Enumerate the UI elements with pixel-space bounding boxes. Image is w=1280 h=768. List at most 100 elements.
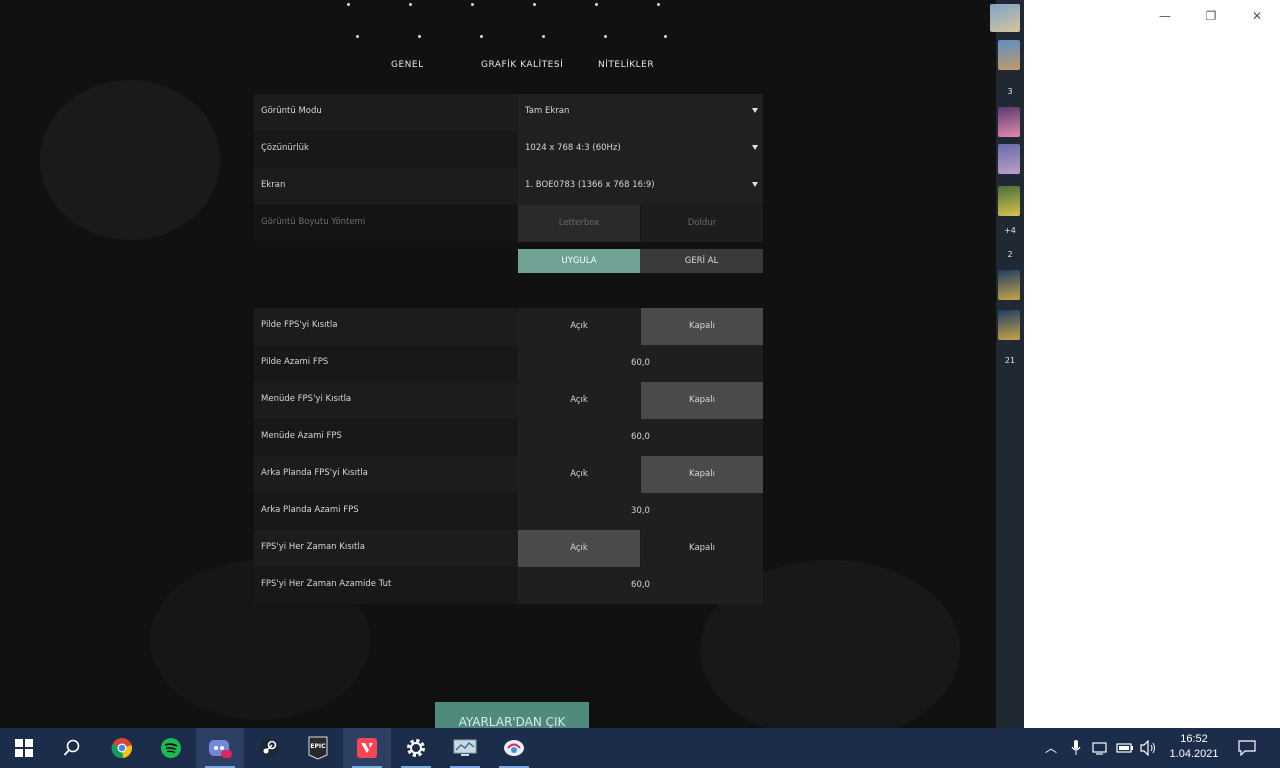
max-fps-background-value[interactable]: 30,0 bbox=[518, 493, 763, 530]
search-icon bbox=[63, 739, 80, 756]
limit-fps-always-off[interactable]: Kapalı bbox=[641, 530, 763, 567]
tab-graphics-quality[interactable]: GRAFİK KALİTESİ bbox=[481, 60, 563, 70]
taskbar-settings[interactable] bbox=[392, 728, 440, 768]
limit-fps-battery-off[interactable]: Kapalı bbox=[641, 308, 763, 345]
aspect-method-row: Görüntü Boyutu Yöntemi Letterbox Doldur bbox=[254, 205, 763, 242]
thumbnail-count: 21 bbox=[1004, 356, 1016, 365]
limit-fps-menu-label: Menüde FPS'yi Kısıtla bbox=[261, 394, 352, 404]
limit-fps-background-off[interactable]: Kapalı bbox=[641, 456, 763, 493]
taskbar-epic-games[interactable]: EPIC bbox=[294, 728, 342, 768]
tab-attributes[interactable]: NİTELİKLER bbox=[598, 60, 654, 70]
app-thumbnail[interactable] bbox=[998, 40, 1020, 70]
thumbnail-count: 3 bbox=[1007, 87, 1013, 96]
max-fps-menu-value[interactable]: 60,0 bbox=[518, 419, 763, 456]
limit-fps-battery-label: Pilde FPS'yi Kısıtla bbox=[261, 320, 338, 330]
tab-sidebar: 3 +4 2 21 bbox=[990, 0, 1024, 728]
max-fps-battery-value[interactable]: 60,0 bbox=[518, 345, 763, 382]
max-fps-background-row: Arka Planda Azami FPS 30,0 bbox=[254, 493, 763, 530]
chevron-down-icon bbox=[752, 182, 758, 187]
letterbox-option[interactable]: Letterbox bbox=[518, 205, 640, 242]
resolution-value: 1024 x 768 4:3 (60Hz) bbox=[525, 143, 621, 153]
pinned-thumbnail[interactable] bbox=[990, 4, 1020, 32]
resolution-row: Çözünürlük 1024 x 768 4:3 (60Hz) bbox=[254, 131, 763, 168]
display-mode-row: Görüntü Modu Tam Ekran bbox=[254, 94, 763, 131]
thumbnail-count: 2 bbox=[1007, 250, 1013, 259]
limit-fps-background-row: Arka Planda FPS'yi Kısıtla Açık Kapalı bbox=[254, 456, 763, 493]
thumbnail-count: +4 bbox=[1004, 226, 1016, 235]
monitor-label: Ekran bbox=[261, 180, 286, 190]
chevron-down-icon bbox=[752, 145, 758, 150]
valorant-icon bbox=[357, 738, 377, 758]
app-thumbnail[interactable] bbox=[998, 186, 1020, 216]
taskbar-display-app[interactable] bbox=[441, 728, 489, 768]
max-fps-always-label: FPS'yi Her Zaman Azamide Tut bbox=[261, 579, 392, 589]
app-thumbnail[interactable] bbox=[998, 107, 1020, 137]
limit-fps-always-on[interactable]: Açık bbox=[518, 530, 640, 567]
limit-fps-battery-on[interactable]: Açık bbox=[518, 308, 640, 345]
fill-option[interactable]: Doldur bbox=[641, 205, 763, 242]
resolution-dropdown[interactable]: 1024 x 768 4:3 (60Hz) bbox=[518, 131, 763, 168]
svg-text:EPIC: EPIC bbox=[310, 743, 326, 750]
tab-general[interactable]: GENEL bbox=[391, 60, 424, 70]
chevron-up-icon[interactable]: ︿ bbox=[1045, 739, 1057, 756]
settings-tabs: GENEL GRAFİK KALİTESİ NİTELİKLER bbox=[0, 58, 996, 76]
max-fps-always-row: FPS'yi Her Zaman Azamide Tut 60,0 bbox=[254, 567, 763, 604]
discord-icon bbox=[209, 740, 232, 758]
limit-fps-menu-row: Menüde FPS'yi Kısıtla Açık Kapalı bbox=[254, 382, 763, 419]
resolution-label: Çözünürlük bbox=[261, 143, 309, 153]
limit-fps-menu-on[interactable]: Açık bbox=[518, 382, 640, 419]
max-fps-menu-row: Menüde Azami FPS 60,0 bbox=[254, 419, 763, 456]
max-fps-background-label: Arka Planda Azami FPS bbox=[261, 505, 359, 515]
monitor-dropdown[interactable]: 1. BOE0783 (1366 x 768 16:9) bbox=[518, 168, 763, 205]
revert-button[interactable]: GERİ AL bbox=[640, 249, 763, 273]
system-clock[interactable]: 16:52 1.04.2021 bbox=[1166, 732, 1222, 762]
microphone-icon[interactable] bbox=[1071, 740, 1081, 756]
clock-date: 1.04.2021 bbox=[1169, 748, 1219, 760]
taskbar-spotify[interactable] bbox=[147, 728, 195, 768]
limit-fps-always-row: FPS'yi Her Zaman Kısıtla Açık Kapalı bbox=[254, 530, 763, 567]
volume-icon[interactable] bbox=[1140, 740, 1158, 756]
apply-button[interactable]: UYGULA bbox=[518, 249, 640, 273]
chevron-down-icon bbox=[752, 108, 758, 113]
start-button[interactable] bbox=[0, 728, 48, 768]
limit-fps-battery-row: Pilde FPS'yi Kısıtla Açık Kapalı bbox=[254, 308, 763, 345]
ideas-icon bbox=[504, 740, 524, 756]
windows-icon bbox=[15, 739, 33, 757]
epic-games-icon: EPIC bbox=[308, 736, 328, 760]
limit-fps-menu-off[interactable]: Kapalı bbox=[641, 382, 763, 419]
app-thumbnail[interactable] bbox=[998, 310, 1020, 340]
notification-icon[interactable] bbox=[1238, 740, 1256, 756]
display-mode-dropdown[interactable]: Tam Ekran bbox=[518, 94, 763, 131]
monitor-row: Ekran 1. BOE0783 (1366 x 768 16:9) bbox=[254, 168, 763, 205]
taskbar-discord[interactable] bbox=[196, 728, 244, 768]
aspect-method-label: Görüntü Boyutu Yöntemi bbox=[261, 217, 366, 227]
taskbar-chrome[interactable] bbox=[98, 728, 146, 768]
max-fps-menu-label: Menüde Azami FPS bbox=[261, 431, 342, 441]
minimize-button[interactable]: — bbox=[1152, 6, 1178, 26]
taskbar-ideas-app[interactable] bbox=[490, 728, 538, 768]
search-button[interactable] bbox=[48, 728, 96, 768]
clock-time: 16:52 bbox=[1180, 733, 1208, 745]
restore-button[interactable]: ❐ bbox=[1198, 6, 1224, 26]
max-fps-battery-label: Pilde Azami FPS bbox=[261, 357, 329, 367]
app-thumbnail[interactable] bbox=[998, 144, 1020, 174]
limit-fps-background-label: Arka Planda FPS'yi Kısıtla bbox=[261, 468, 368, 478]
battery-icon[interactable] bbox=[1116, 742, 1134, 754]
game-window: GENEL GRAFİK KALİTESİ NİTELİKLER Görüntü… bbox=[0, 0, 996, 728]
limit-fps-background-on[interactable]: Açık bbox=[518, 456, 640, 493]
gear-icon bbox=[407, 739, 425, 757]
display-mode-value: Tam Ekran bbox=[525, 106, 570, 116]
max-fps-always-value[interactable]: 60,0 bbox=[518, 567, 763, 604]
spotify-icon bbox=[161, 738, 181, 758]
limit-fps-always-label: FPS'yi Her Zaman Kısıtla bbox=[261, 542, 365, 552]
monitor-icon bbox=[453, 739, 477, 756]
chrome-icon bbox=[111, 738, 132, 759]
app-thumbnail[interactable] bbox=[998, 270, 1020, 300]
close-button[interactable]: ✕ bbox=[1244, 6, 1270, 26]
monitor-value: 1. BOE0783 (1366 x 768 16:9) bbox=[525, 180, 655, 190]
taskbar: EPIC ︿ 16:52 1.04.2021 bbox=[0, 728, 1280, 768]
network-icon[interactable] bbox=[1092, 741, 1108, 755]
taskbar-valorant[interactable] bbox=[343, 728, 391, 768]
exit-settings-button[interactable]: AYARLAR'DAN ÇIK bbox=[435, 702, 589, 728]
taskbar-steam[interactable] bbox=[245, 728, 293, 768]
